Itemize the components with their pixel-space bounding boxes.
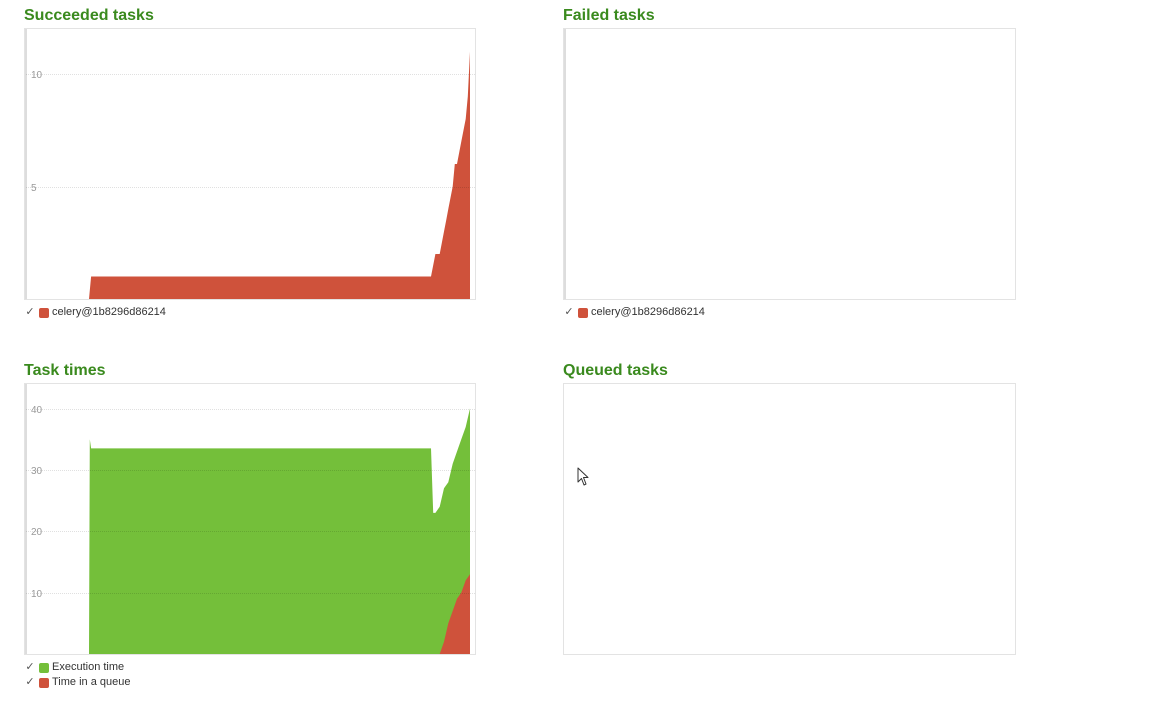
y-tick-label: 5 xyxy=(31,183,37,194)
queued-title: Queued tasks xyxy=(563,362,668,379)
legend-item-worker[interactable]: ✓ celery@1b8296d86214 xyxy=(24,305,166,320)
chart-svg: 5 10 xyxy=(25,29,475,299)
failed-title: Failed tasks xyxy=(563,7,655,24)
legend-label: Time in a queue xyxy=(52,676,131,688)
legend-swatch xyxy=(39,307,49,318)
chart-svg xyxy=(564,29,566,299)
y-tick-label: 30 xyxy=(31,466,43,477)
checkmark-icon: ✓ xyxy=(25,676,35,688)
legend-label: celery@1b8296d86214 xyxy=(52,306,166,318)
queued-chart[interactable] xyxy=(563,383,1016,655)
succeeded-panel: Succeeded tasks xyxy=(24,7,154,25)
y-tick-label: 40 xyxy=(31,405,43,416)
task-times-chart[interactable]: 10 20 30 40 xyxy=(24,383,476,655)
y-tick-label: 10 xyxy=(31,589,43,600)
legend-item-worker[interactable]: ✓ celery@1b8296d86214 xyxy=(563,305,705,320)
legend-swatch xyxy=(39,677,49,688)
legend-item-execution-time[interactable]: ✓ Execution time xyxy=(24,660,130,675)
mouse-cursor-icon xyxy=(577,467,591,492)
legend-swatch xyxy=(578,307,588,318)
checkmark-icon: ✓ xyxy=(25,306,35,318)
queued-panel: Queued tasks xyxy=(563,362,668,380)
legend-item-time-in-queue[interactable]: ✓ Time in a queue xyxy=(24,675,130,690)
succeeded-legend: ✓ celery@1b8296d86214 xyxy=(24,305,166,320)
series-area-execution-time xyxy=(37,408,470,654)
task-times-title: Task times xyxy=(24,362,106,379)
chart-svg: 10 20 30 40 xyxy=(25,384,475,654)
succeeded-title: Succeeded tasks xyxy=(24,7,154,24)
failed-chart[interactable] xyxy=(563,28,1016,300)
legend-swatch xyxy=(39,662,49,673)
succeeded-chart[interactable]: 5 10 xyxy=(24,28,476,300)
checkmark-icon: ✓ xyxy=(564,306,574,318)
task-times-legend: ✓ Execution time ✓ Time in a queue xyxy=(24,660,130,690)
failed-legend: ✓ celery@1b8296d86214 xyxy=(563,305,705,320)
failed-panel: Failed tasks xyxy=(563,7,655,25)
y-tick-label: 20 xyxy=(31,527,43,538)
legend-label: Execution time xyxy=(52,661,125,673)
series-area-celery-1b8296d86214 xyxy=(37,51,470,299)
checkmark-icon: ✓ xyxy=(25,661,35,673)
legend-label: celery@1b8296d86214 xyxy=(591,306,705,318)
y-tick-label: 10 xyxy=(31,70,43,81)
task-times-panel: Task times xyxy=(24,362,106,380)
